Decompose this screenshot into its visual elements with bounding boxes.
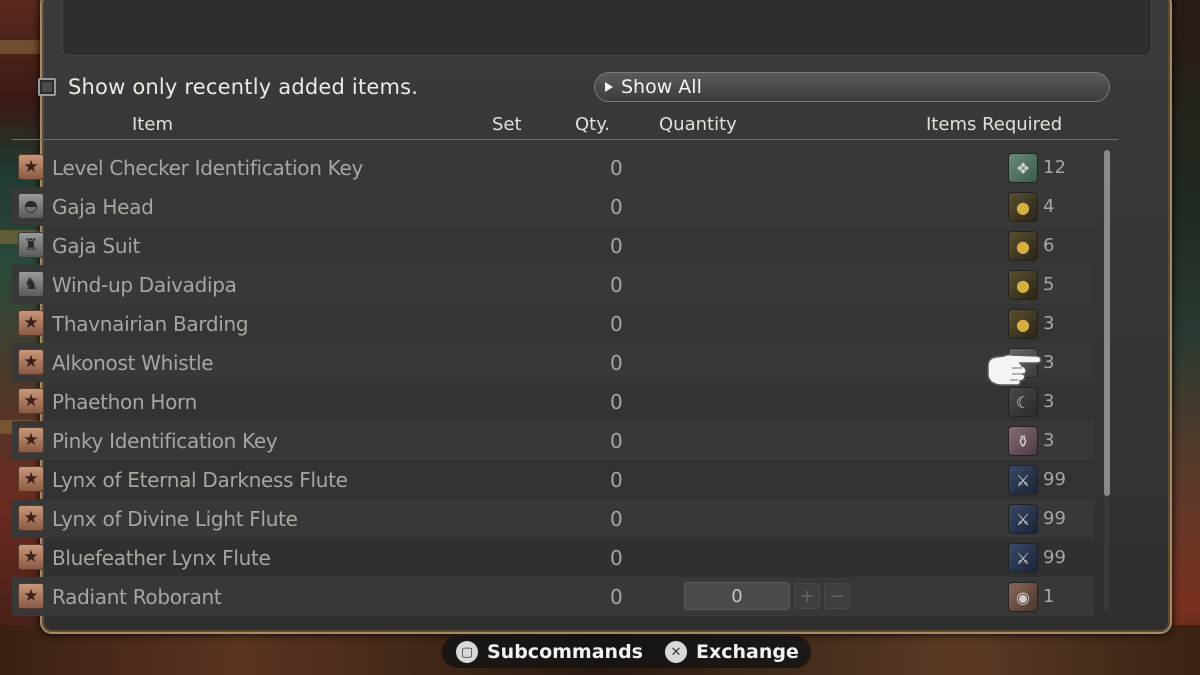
- required-count: 3: [1043, 430, 1055, 451]
- weapon-icon: ⚔: [1008, 465, 1038, 495]
- item-row[interactable]: ★ Lynx of Eternal Darkness Flute 0 ⚔ 99: [12, 460, 1094, 499]
- pointing-hand-cursor-icon: [987, 353, 1042, 386]
- item-row[interactable]: ★ Thavnairian Barding 0 ● 3: [12, 304, 1094, 343]
- cross-button-icon: ✕: [664, 641, 687, 663]
- required-count: 99: [1043, 508, 1066, 529]
- required-count: 5: [1043, 274, 1055, 295]
- increment-button[interactable]: +: [794, 583, 820, 609]
- star-icon: ★: [18, 154, 44, 180]
- required-count: 1: [1043, 586, 1055, 607]
- item-row[interactable]: ★ Phaethon Horn 0 ☾ 3: [12, 382, 1094, 421]
- star-icon: ★: [18, 505, 44, 531]
- star-icon: ★: [18, 466, 44, 492]
- gold-egg-icon: ●: [1008, 309, 1038, 339]
- required-count: 12: [1043, 157, 1066, 178]
- item-qty: 0: [610, 272, 623, 297]
- item-qty: 0: [610, 428, 623, 453]
- weapon-icon: ⚔: [1008, 543, 1038, 573]
- item-name: Bluefeather Lynx Flute: [52, 545, 271, 570]
- show-all-label: Show All: [621, 76, 702, 98]
- triangle-right-icon: [605, 82, 613, 92]
- item-row[interactable]: ♜ Gaja Suit 0 ● 6: [12, 226, 1094, 265]
- star-icon: ★: [18, 310, 44, 336]
- recent-items-checkbox[interactable]: [38, 78, 56, 96]
- item-qty: 0: [610, 311, 623, 336]
- subcommands-hint[interactable]: Subcommands: [487, 641, 643, 663]
- recent-filter[interactable]: Show only recently added items.: [38, 72, 418, 102]
- item-row[interactable]: ★Alkonost Whistle0⟋3: [12, 343, 1094, 382]
- item-name: Lynx of Divine Light Flute: [52, 506, 298, 531]
- item-name: Alkonost Whistle: [52, 350, 214, 375]
- item-qty: 0: [610, 155, 623, 180]
- item-row[interactable]: ◓ Gaja Head 0 ● 4: [12, 187, 1094, 226]
- decrement-button[interactable]: −: [824, 583, 850, 609]
- star-icon: ★: [18, 349, 44, 375]
- horn-icon: ☾: [1008, 387, 1038, 417]
- item-qty: 0: [610, 233, 623, 258]
- show-all-dropdown[interactable]: Show All: [594, 72, 1110, 102]
- item-qty: 0: [610, 506, 623, 531]
- required-count: 6: [1043, 235, 1055, 256]
- scrollbar-thumb[interactable]: [1104, 150, 1110, 496]
- star-icon: ★: [18, 427, 44, 453]
- recent-items-label: Show only recently added items.: [68, 75, 419, 99]
- item-row[interactable]: ★ Level Checker Identification Key 0 ❖ 12: [12, 148, 1094, 187]
- right-wall-decor: [1168, 0, 1200, 675]
- col-item: Item: [132, 114, 173, 135]
- potion-icon: ⚱: [1008, 426, 1038, 456]
- item-name: Gaja Suit: [52, 233, 140, 258]
- item-name: Wind-up Daivadipa: [52, 272, 237, 297]
- helmet-icon: ◓: [18, 193, 44, 219]
- col-qty: Qty.: [575, 114, 611, 135]
- item-qty: 0: [610, 584, 623, 609]
- coin-icon: ◉: [1008, 582, 1038, 612]
- item-name: Radiant Roborant: [52, 584, 222, 609]
- square-button-icon: ▢: [456, 641, 478, 663]
- required-count: 4: [1043, 196, 1055, 217]
- gold-egg-icon: ●: [1008, 231, 1038, 261]
- item-row[interactable]: ★ Radiant Roborant 0 0 + − ◉ 1: [12, 577, 1094, 616]
- star-icon: ★: [18, 388, 44, 414]
- star-icon: ★: [18, 544, 44, 570]
- footer-hints: ▢ Subcommands ✕ Exchange: [442, 636, 811, 668]
- item-name: Pinky Identification Key: [52, 428, 278, 453]
- required-count: 3: [1043, 352, 1055, 373]
- weapon-icon: ⚔: [1008, 504, 1038, 534]
- minion-icon: ♞: [18, 271, 44, 297]
- item-row[interactable]: ★ Lynx of Divine Light Flute 0 ⚔ 99: [12, 499, 1094, 538]
- item-name: Thavnairian Barding: [52, 311, 249, 336]
- exchange-hint[interactable]: Exchange: [696, 641, 799, 663]
- item-name: Lynx of Eternal Darkness Flute: [52, 467, 348, 492]
- armor-icon: ♜: [18, 232, 44, 258]
- item-preview-pane: [62, 0, 1152, 56]
- item-name: Gaja Head: [52, 194, 154, 219]
- required-count: 3: [1043, 313, 1055, 334]
- item-qty: 0: [610, 467, 623, 492]
- col-quantity: Quantity: [659, 114, 737, 135]
- item-row[interactable]: ♞ Wind-up Daivadipa 0 ● 5: [12, 265, 1094, 304]
- gold-egg-icon: ●: [1008, 270, 1038, 300]
- col-set: Set: [492, 114, 522, 135]
- item-row[interactable]: ★ Bluefeather Lynx Flute 0 ⚔ 99: [12, 538, 1094, 577]
- required-count: 3: [1043, 391, 1055, 412]
- item-qty: 0: [610, 389, 623, 414]
- item-list: ★ Level Checker Identification Key 0 ❖ 12 ◓ Ga…: [12, 148, 1094, 616]
- column-header: Item Set Qty. Quantity Items Required: [12, 110, 1118, 140]
- item-qty: 0: [610, 545, 623, 570]
- item-qty: 0: [610, 194, 623, 219]
- item-name: Phaethon Horn: [52, 389, 198, 414]
- col-items-required: Items Required: [926, 114, 1063, 135]
- quantity-input[interactable]: 0: [684, 582, 790, 610]
- gold-egg-icon: ●: [1008, 192, 1038, 222]
- required-count: 99: [1043, 547, 1066, 568]
- item-row[interactable]: ★ Pinky Identification Key 0 ⚱ 3: [12, 421, 1094, 460]
- item-qty: 0: [610, 350, 623, 375]
- required-count: 99: [1043, 469, 1066, 490]
- star-icon: ★: [18, 583, 44, 609]
- item-name: Level Checker Identification Key: [52, 155, 363, 180]
- scrip-icon: ❖: [1008, 153, 1038, 183]
